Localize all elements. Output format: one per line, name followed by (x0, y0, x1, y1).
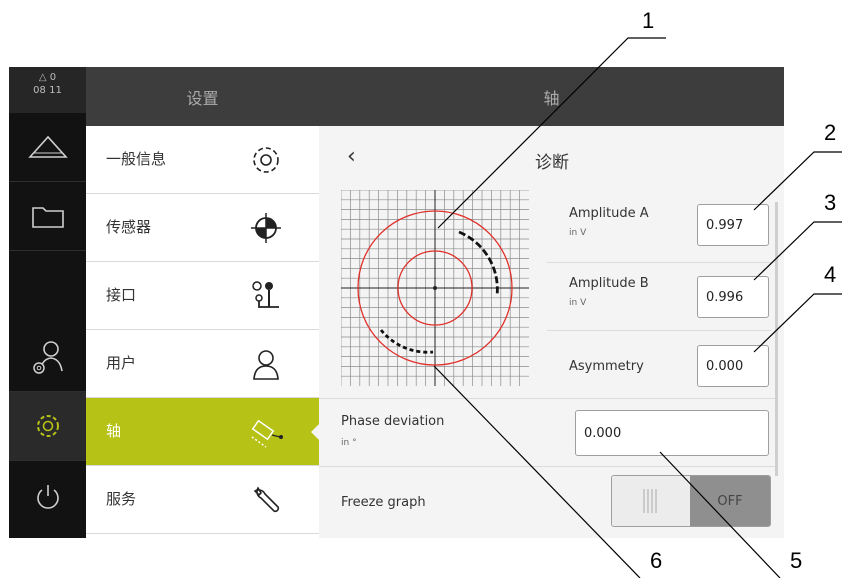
callout-3: 3 (824, 190, 837, 215)
callout-4: 4 (824, 262, 837, 287)
callout-6: 6 (650, 548, 663, 573)
callout-5: 5 (790, 548, 803, 573)
callout-2: 2 (824, 120, 837, 145)
callout-1: 1 (642, 8, 655, 33)
callout-lines (433, 37, 842, 578)
